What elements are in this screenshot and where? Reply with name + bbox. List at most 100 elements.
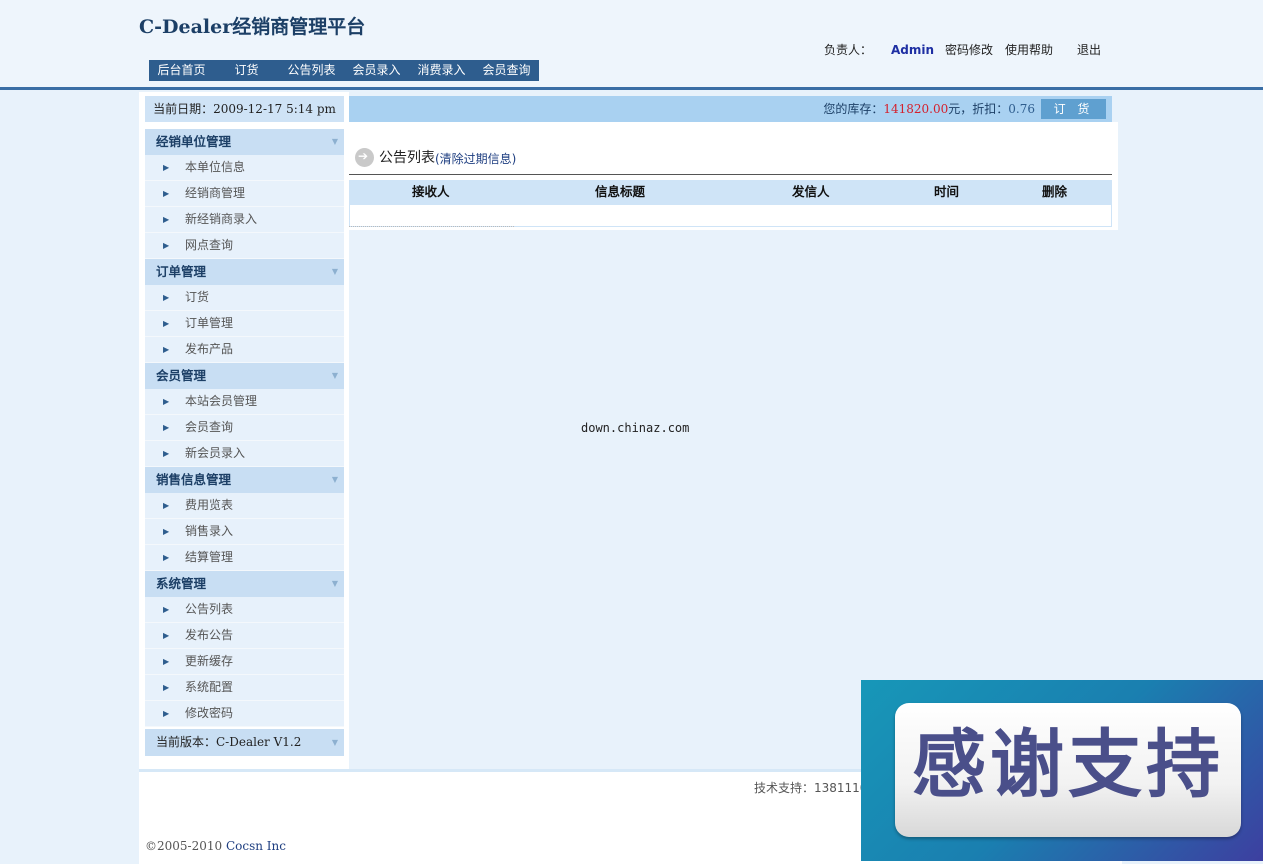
arrow-right-icon: ▶ xyxy=(163,501,170,510)
nav-order[interactable]: 订货 xyxy=(214,60,279,81)
chevron-down-icon: ▼ xyxy=(331,137,338,146)
header: C-Dealer经销商管理平台 后台首页 订货 公告列表 会员录入 消费录入 会… xyxy=(0,0,1263,90)
arrow-right-icon: ▶ xyxy=(163,241,170,250)
menu-item-label: 更新缓存 xyxy=(185,654,234,668)
menu-group-title: 经销单位管理 xyxy=(156,134,232,149)
table-body-empty xyxy=(349,204,1112,227)
discount-value: 0.76 xyxy=(1008,102,1035,116)
watermark-url: down.chinaz.com xyxy=(581,421,690,435)
menu-group-sales[interactable]: 销售信息管理 ▼ xyxy=(145,467,344,493)
menu-item-label: 结算管理 xyxy=(185,550,234,564)
arrow-right-icon: ▶ xyxy=(163,605,170,614)
menu-item-site-members[interactable]: ▶ 本站会员管理 xyxy=(145,389,344,415)
stock-info: 您的库存：141820.00元，折扣：0.76 xyxy=(823,96,1035,122)
menu-item-member-query[interactable]: ▶ 会员查询 xyxy=(145,415,344,441)
column-header-recipient: 接收人 xyxy=(412,184,450,199)
arrow-right-icon: ▶ xyxy=(163,527,170,536)
arrow-right-icon: ▶ xyxy=(163,293,170,302)
menu-item-label: 新经销商录入 xyxy=(185,212,258,226)
current-date: 当前日期：2009-12-17 5:14 pm xyxy=(145,96,344,122)
company-link[interactable]: Cocsn Inc xyxy=(226,839,286,853)
nav-home[interactable]: 后台首页 xyxy=(149,60,214,81)
stock-bar: 您的库存：141820.00元，折扣：0.76 订 货 xyxy=(349,96,1112,122)
menu-item-publish-announcement[interactable]: ▶ 发布公告 xyxy=(145,623,344,649)
change-password-link[interactable]: 密码修改 xyxy=(945,42,993,58)
menu-group-title: 订单管理 xyxy=(156,264,207,279)
menu-item-order[interactable]: ▶ 订货 xyxy=(145,285,344,311)
menu-group-title: 系统管理 xyxy=(156,576,207,591)
arrow-right-icon: ▶ xyxy=(163,189,170,198)
arrow-circle-icon xyxy=(355,148,374,167)
menu-item-label: 新会员录入 xyxy=(185,446,246,460)
menu-group-title: 销售信息管理 xyxy=(156,472,232,487)
menu-item-label: 本单位信息 xyxy=(185,160,246,174)
menu-group-system[interactable]: 系统管理 ▼ xyxy=(145,571,344,597)
arrow-right-icon: ▶ xyxy=(163,683,170,692)
arrow-right-icon: ▶ xyxy=(163,397,170,406)
arrow-right-icon: ▶ xyxy=(163,631,170,640)
stock-label: 您的库存： xyxy=(823,102,884,116)
menu-item-change-password[interactable]: ▶ 修改密码 xyxy=(145,701,344,727)
nav-consumption-entry[interactable]: 消费录入 xyxy=(409,60,474,81)
tech-support: 技术支持：13811100 xyxy=(754,781,876,795)
table-header: 接收人 信息标题 发信人 时间 删除 xyxy=(349,180,1112,204)
menu-item-label: 系统配置 xyxy=(185,680,234,694)
menu-item-refresh-cache[interactable]: ▶ 更新缓存 xyxy=(145,649,344,675)
version-info: 当前版本：C-Dealer V1.2 ▼ xyxy=(145,729,344,756)
copyright-prefix: ©2005-2010 xyxy=(145,839,226,853)
menu-item-label: 订货 xyxy=(185,290,210,304)
thanks-card: 感谢支持 xyxy=(895,703,1241,837)
nav-member-query[interactable]: 会员查询 xyxy=(474,60,539,81)
menu-item-label: 网点查询 xyxy=(185,238,234,252)
help-link[interactable]: 使用帮助 xyxy=(1005,42,1053,58)
top-nav: 后台首页 订货 公告列表 会员录入 消费录入 会员查询 xyxy=(149,60,539,81)
owner-name[interactable]: Admin xyxy=(891,42,934,58)
menu-item-order-manage[interactable]: ▶ 订单管理 xyxy=(145,311,344,337)
dotted-separator xyxy=(349,226,514,228)
nav-member-entry[interactable]: 会员录入 xyxy=(344,60,409,81)
menu-item-label: 会员查询 xyxy=(185,420,234,434)
menu-item-outlet-query[interactable]: ▶ 网点查询 xyxy=(145,233,344,259)
chevron-down-icon: ▼ xyxy=(331,738,338,747)
copyright: ©2005-2010 Cocsn Inc xyxy=(145,839,286,853)
chevron-down-icon: ▼ xyxy=(331,267,338,276)
column-header-delete: 删除 xyxy=(1042,184,1068,199)
menu-group-title: 会员管理 xyxy=(156,368,207,383)
arrow-right-icon: ▶ xyxy=(163,163,170,172)
arrow-right-icon: ▶ xyxy=(163,657,170,666)
logout-link[interactable]: 退出 xyxy=(1077,42,1101,58)
sidebar-menu: 经销单位管理 ▼ ▶ 本单位信息 ▶ 经销商管理 ▶ 新经销商录入 ▶ 网点查询 订单管… xyxy=(145,129,344,756)
menu-item-system-config[interactable]: ▶ 系统配置 xyxy=(145,675,344,701)
menu-item-new-dealer[interactable]: ▶ 新经销商录入 xyxy=(145,207,344,233)
menu-item-label: 销售录入 xyxy=(185,524,234,538)
menu-item-publish-product[interactable]: ▶ 发布产品 xyxy=(145,337,344,363)
chevron-down-icon: ▼ xyxy=(331,579,338,588)
arrow-right-icon: ▶ xyxy=(163,553,170,562)
menu-item-unit-info[interactable]: ▶ 本单位信息 xyxy=(145,155,344,181)
menu-item-label: 经销商管理 xyxy=(185,186,246,200)
thanks-text: 感谢支持 xyxy=(912,722,1224,808)
menu-item-label: 发布公告 xyxy=(185,628,234,642)
arrow-right-icon: ▶ xyxy=(163,449,170,458)
menu-item-expense-overview[interactable]: ▶ 费用览表 xyxy=(145,493,344,519)
menu-item-new-member[interactable]: ▶ 新会员录入 xyxy=(145,441,344,467)
arrow-right-icon: ▶ xyxy=(163,215,170,224)
site-title: C-Dealer经销商管理平台 xyxy=(139,16,366,38)
menu-item-settlement[interactable]: ▶ 结算管理 xyxy=(145,545,344,571)
menu-item-label: 订单管理 xyxy=(185,316,234,330)
menu-item-announcement-list[interactable]: ▶ 公告列表 xyxy=(145,597,344,623)
order-button[interactable]: 订 货 xyxy=(1041,99,1106,119)
menu-item-label: 公告列表 xyxy=(185,602,234,616)
clear-expired-link[interactable]: (清除过期信息) xyxy=(435,149,516,169)
column-header-sender: 发信人 xyxy=(792,184,830,199)
menu-item-sales-entry[interactable]: ▶ 销售录入 xyxy=(145,519,344,545)
arrow-right-icon: ▶ xyxy=(163,319,170,328)
nav-announcements[interactable]: 公告列表 xyxy=(279,60,344,81)
chevron-down-icon: ▼ xyxy=(331,475,338,484)
menu-item-dealer-manage[interactable]: ▶ 经销商管理 xyxy=(145,181,344,207)
menu-group-members[interactable]: 会员管理 ▼ xyxy=(145,363,344,389)
unit-discount-label: 元，折扣： xyxy=(948,102,1009,116)
menu-group-dealer-unit[interactable]: 经销单位管理 ▼ xyxy=(145,129,344,155)
arrow-right-icon: ▶ xyxy=(163,709,170,718)
menu-group-orders[interactable]: 订单管理 ▼ xyxy=(145,259,344,285)
